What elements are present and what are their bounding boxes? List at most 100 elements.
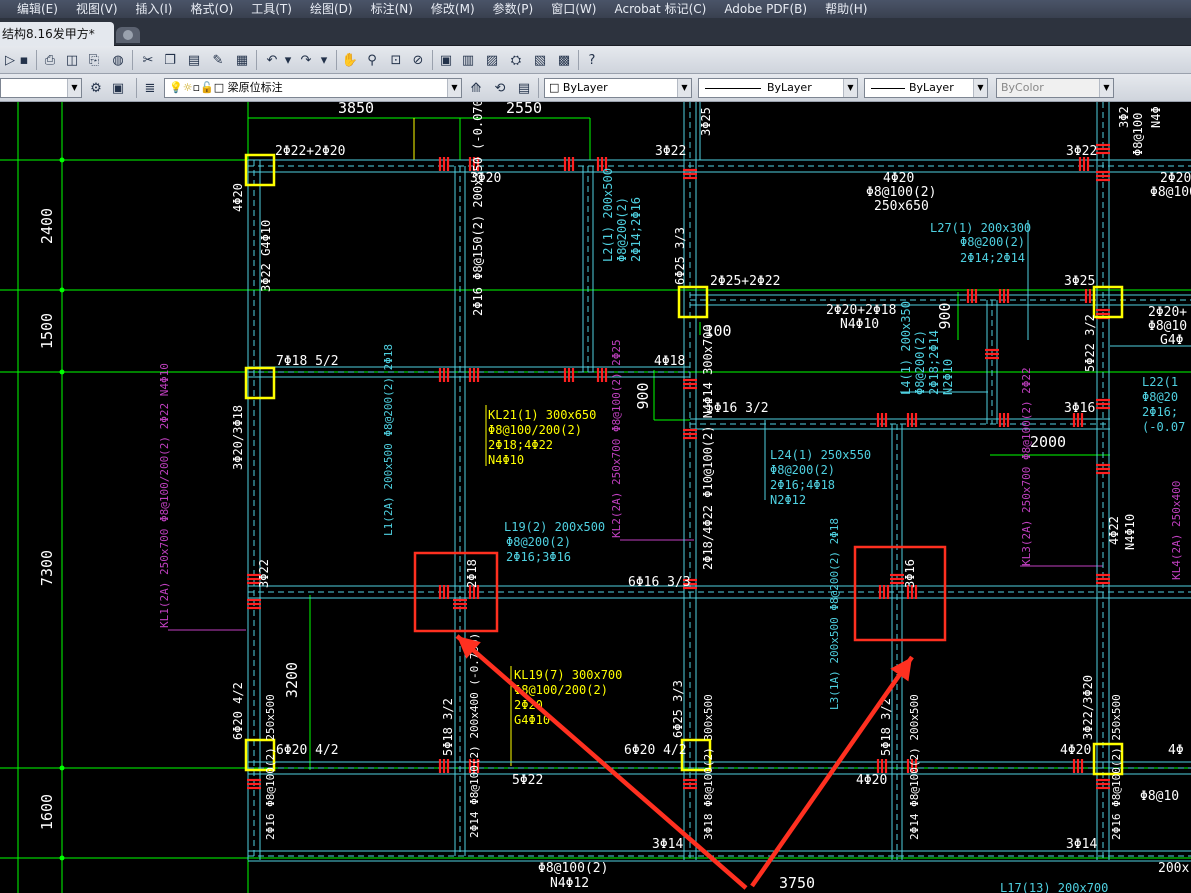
menu-item[interactable]: 视图(V) (67, 0, 127, 18)
design-center-icon[interactable]: ▥ (458, 50, 478, 70)
cut-icon[interactable]: ✂ (138, 50, 158, 70)
label-t_5c18b: 5Φ18 3/2 (879, 698, 893, 756)
layer-combo[interactable]: 💡☼▫🔓□ 梁原位标注 ▼ (164, 78, 462, 98)
label-v_2c14_b2: 2Φ14 Φ8@100(2) 200x500 (908, 694, 921, 840)
label-l24_3: 2Φ16;4Φ18 (770, 478, 835, 492)
color-value: ByLayer (562, 81, 608, 94)
pan-icon[interactable]: ✋ (340, 50, 360, 70)
standard-toolbar: ▷ ▪ ⎙ ◫ ⎘ ◍ ✂ ❐ ▤ ✎ ▦ ↶ ▾ ↷ ▾ ✋ ⚲ ⊡ ⊘ ▣ … (0, 46, 1191, 74)
copy-icon[interactable]: ❐ (160, 50, 180, 70)
label-t_250x650: 250x650 (874, 199, 929, 214)
undo-dropdown-icon[interactable]: ▾ (278, 50, 298, 70)
label-kl3_v: KL3(2A) 250x700 Φ8@100(2) 2Φ22 (1020, 367, 1033, 566)
label-t_n4c10: N4Φ10 (840, 317, 879, 332)
plotstyle-combo: ByColor ▼ (996, 78, 1114, 98)
label-t_4c20_bot2: 4Φ20 (856, 773, 887, 788)
label-kl21_4: N4Φ10 (488, 453, 524, 467)
plot-preview-icon[interactable]: ◫ (62, 50, 82, 70)
label-v_3c18_b: 3Φ18 Φ8@100(2) 300x500 (702, 694, 715, 840)
cad-drawing[interactable]: 24001500730016003850 25503200900900100200… (0, 102, 1191, 893)
label-t_5c16: 5Φ16 3/2 (706, 401, 769, 416)
dimension-text: 7300 (38, 550, 56, 586)
zoom-window-icon[interactable]: ⊡ (386, 50, 406, 70)
save-icon[interactable]: ▪ (14, 50, 34, 70)
markup-icon[interactable]: ⛭ (506, 50, 526, 70)
label-l3_v: L3(1A) 200x500 Φ8@200(2) 2Φ18 (828, 518, 841, 710)
new-tab-button[interactable] (116, 27, 140, 43)
label-t_5c22_bot: 5Φ22 (512, 773, 543, 788)
drawing-canvas[interactable]: 2400 1500 7300 1600 3850 2550 3200 900 900 100 200… (0, 102, 1191, 893)
label-t_3c14b: 3Φ14 (1066, 837, 1097, 852)
dimension-tick (59, 369, 65, 375)
menu-item[interactable]: 编辑(E) (0, 0, 67, 18)
chevron-down-icon: ▼ (677, 79, 691, 97)
match-properties-icon[interactable]: ✎ (208, 50, 228, 70)
zoom-previous-icon[interactable]: ⊘ (408, 50, 428, 70)
tab-document[interactable]: 结构8.16发甲方* (0, 22, 114, 46)
block-editor-icon[interactable]: ▦ (232, 50, 252, 70)
print-icon[interactable]: ⎙ (40, 50, 60, 70)
layer-previous-icon[interactable]: ⟲ (490, 78, 510, 98)
toolbar-separator (578, 50, 579, 70)
menu-item[interactable]: 格式(O) (181, 0, 242, 18)
color-combo[interactable]: □ ByLayer ▼ (544, 78, 692, 98)
publish-icon[interactable]: ⎘ (84, 50, 104, 70)
paste-icon[interactable]: ▤ (184, 50, 204, 70)
help-icon[interactable]: ? (582, 50, 602, 70)
make-object-layer-current-icon[interactable]: ⟰ (466, 78, 486, 98)
3d-dwf-icon[interactable]: ◍ (108, 50, 128, 70)
menu-item[interactable]: 标注(N) (362, 0, 422, 18)
menu-item[interactable]: 工具(T) (242, 0, 301, 18)
menu-item[interactable]: 修改(M) (422, 0, 484, 18)
label-l22_1: L22(1 (1142, 375, 1178, 389)
properties-icon[interactable]: ▣ (436, 50, 456, 70)
tool-palettes-icon[interactable]: ▨ (482, 50, 502, 70)
label-l24_2: Φ8@200(2) (770, 463, 835, 477)
label-t_6c25_33: 6Φ25 3/3 (671, 680, 685, 738)
label-t_4c20_bot: 4Φ20 (1060, 743, 1091, 758)
label-v_2c16_b1: 2Φ16 Φ8@100(2) 250x500 (264, 694, 277, 840)
label-l19_1: L19(2) 200x500 (504, 520, 605, 534)
layer-manager-icon[interactable]: ≣ (140, 78, 160, 98)
chevron-down-icon: ▼ (843, 79, 857, 97)
label-t_6c25: 6Φ25 3/3 (673, 227, 687, 285)
zoom-realtime-icon[interactable]: ⚲ (362, 50, 382, 70)
label-t_c8100b: Φ8@10 (1148, 319, 1187, 334)
menu-item[interactable]: 插入(I) (127, 0, 182, 18)
redo-icon[interactable]: ↷ (296, 50, 316, 70)
workspace-combo[interactable]: ▼ (0, 78, 82, 98)
document-tab-bar: 结构8.16发甲方* (0, 18, 1191, 46)
label-t_3c22_mid: 3Φ22 (257, 559, 271, 588)
toolbar-separator (538, 78, 539, 98)
label-t_3c22_top: 3Φ22 (655, 144, 686, 159)
label-t_3c2_tr: 3Φ2 (1117, 106, 1131, 128)
linetype-combo[interactable]: ByLayer ▼ (698, 78, 858, 98)
menu-item[interactable]: 绘图(D) (301, 0, 362, 18)
lineweight-combo[interactable]: ByLayer ▼ (864, 78, 988, 98)
label-kl21_2: Φ8@100/200(2) (488, 423, 582, 437)
menu-item[interactable]: 参数(P) (484, 0, 543, 18)
sheet-set-icon[interactable]: ▧ (530, 50, 550, 70)
label-t_4c20_beam: 4Φ20 (883, 171, 914, 186)
label-kl19_1: KL19(7) 300x700 (514, 668, 622, 682)
menu-item[interactable]: Adobe PDF(B) (715, 0, 816, 18)
workspace-settings-icon[interactable]: ⚙ (86, 78, 106, 98)
label-l24_4: N2Φ12 (770, 493, 806, 507)
menu-item[interactable]: Acrobat 标记(C) (605, 0, 715, 18)
redo-dropdown-icon[interactable]: ▾ (314, 50, 334, 70)
menu-item[interactable]: 帮助(H) (816, 0, 876, 18)
toolbar-separator (432, 50, 433, 70)
highlight-box (853, 545, 947, 642)
label-t_c8100_r: Φ8@100( (1150, 185, 1191, 200)
layer-states-icon[interactable]: ▣ (108, 78, 128, 98)
label-l2_1: L2(1) 200x500 (601, 168, 615, 262)
layer-translate-icon[interactable]: ▤ (514, 78, 534, 98)
calculator-icon[interactable]: ▩ (554, 50, 574, 70)
menu-item[interactable]: 窗口(W) (542, 0, 605, 18)
label-l27_3: 2Φ14;2Φ14 (960, 251, 1025, 265)
label-t_n4c_top: N4Φ (1149, 106, 1163, 128)
label-t_g4c: G4Φ (1160, 333, 1184, 348)
chevron-down-icon: ▼ (1099, 79, 1113, 97)
plotstyle-value: ByColor (1001, 81, 1044, 94)
label-l22_2: Φ8@20 (1142, 390, 1178, 404)
